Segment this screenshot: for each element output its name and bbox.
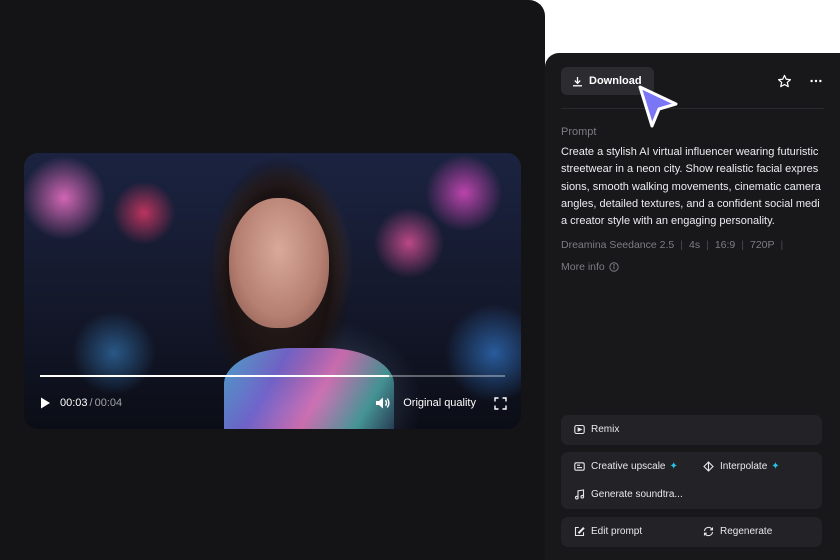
- remix-label: Remix: [591, 424, 620, 435]
- edit-card: Edit prompt Regenerate: [561, 517, 822, 547]
- edit-prompt-label: Edit prompt: [591, 526, 643, 537]
- creative-upscale-button[interactable]: Creative upscale ✦: [574, 461, 678, 472]
- time-total: 00:04: [94, 397, 123, 409]
- volume-icon[interactable]: [375, 396, 391, 410]
- meta-resolution: 720P: [749, 239, 775, 251]
- generate-soundtrack-label: Generate soundtra...: [591, 489, 683, 500]
- sparkle-icon: ✦: [771, 461, 780, 472]
- details-panel: Download Prompt Create a stylish AI virt…: [545, 53, 840, 560]
- creative-upscale-label: Creative upscale: [591, 461, 666, 472]
- pointer-cursor-icon: [638, 85, 678, 128]
- video-player[interactable]: 00:03 / 00:04 Original quality: [24, 153, 521, 429]
- enhance-card: Creative upscale ✦ Interpolate ✦ Generat…: [561, 452, 822, 509]
- regenerate-button[interactable]: Regenerate: [703, 526, 772, 537]
- prompt-text: Create a stylish AI virtual influencer w…: [561, 146, 821, 228]
- more-info-link[interactable]: More info: [561, 261, 619, 273]
- video-frame-face: [229, 198, 329, 328]
- music-note-icon: [574, 489, 585, 500]
- interpolate-icon: [703, 461, 714, 472]
- more-info-label: More info: [561, 261, 605, 273]
- meta-model: Dreamina Seedance 2.5: [561, 239, 675, 251]
- quality-selector[interactable]: Original quality: [403, 397, 476, 409]
- progress-bar[interactable]: [40, 375, 505, 377]
- more-horizontal-icon[interactable]: [808, 73, 824, 89]
- time-current: 00:03: [60, 397, 88, 409]
- interpolate-label: Interpolate: [720, 461, 768, 472]
- progress-fill: [40, 375, 389, 377]
- remix-icon: [574, 424, 585, 435]
- regenerate-icon: [703, 526, 714, 537]
- meta-duration: 4s: [688, 239, 701, 251]
- video-frame-jacket: [224, 348, 394, 429]
- time-separator: /: [89, 397, 93, 409]
- remix-card: Remix: [561, 415, 822, 445]
- upscale-icon: [574, 462, 585, 471]
- edit-prompt-button[interactable]: Edit prompt: [574, 526, 642, 537]
- player-controls: 00:03 / 00:04 Original quality: [38, 393, 507, 413]
- generation-meta: Dreamina Seedance 2.5 | 4s | 16:9 | 720P…: [561, 239, 784, 251]
- sparkle-icon: ✦: [669, 461, 678, 472]
- generate-soundtrack-button[interactable]: Generate soundtra...: [574, 489, 683, 500]
- download-label: Download: [589, 75, 642, 87]
- regenerate-label: Regenerate: [720, 526, 773, 537]
- remix-button[interactable]: Remix: [574, 424, 619, 435]
- interpolate-button[interactable]: Interpolate ✦: [703, 461, 780, 472]
- star-icon[interactable]: [776, 73, 792, 89]
- toolbar-divider: [561, 108, 824, 109]
- video-panel: 00:03 / 00:04 Original quality: [0, 0, 545, 560]
- meta-aspect-ratio: 16:9: [714, 239, 736, 251]
- play-icon[interactable]: [38, 396, 52, 410]
- info-icon: [609, 262, 619, 272]
- details-toolbar: Download: [561, 67, 824, 95]
- edit-icon: [574, 526, 585, 537]
- prompt-label: Prompt: [561, 126, 597, 138]
- download-icon: [573, 76, 582, 86]
- fullscreen-icon[interactable]: [494, 396, 507, 410]
